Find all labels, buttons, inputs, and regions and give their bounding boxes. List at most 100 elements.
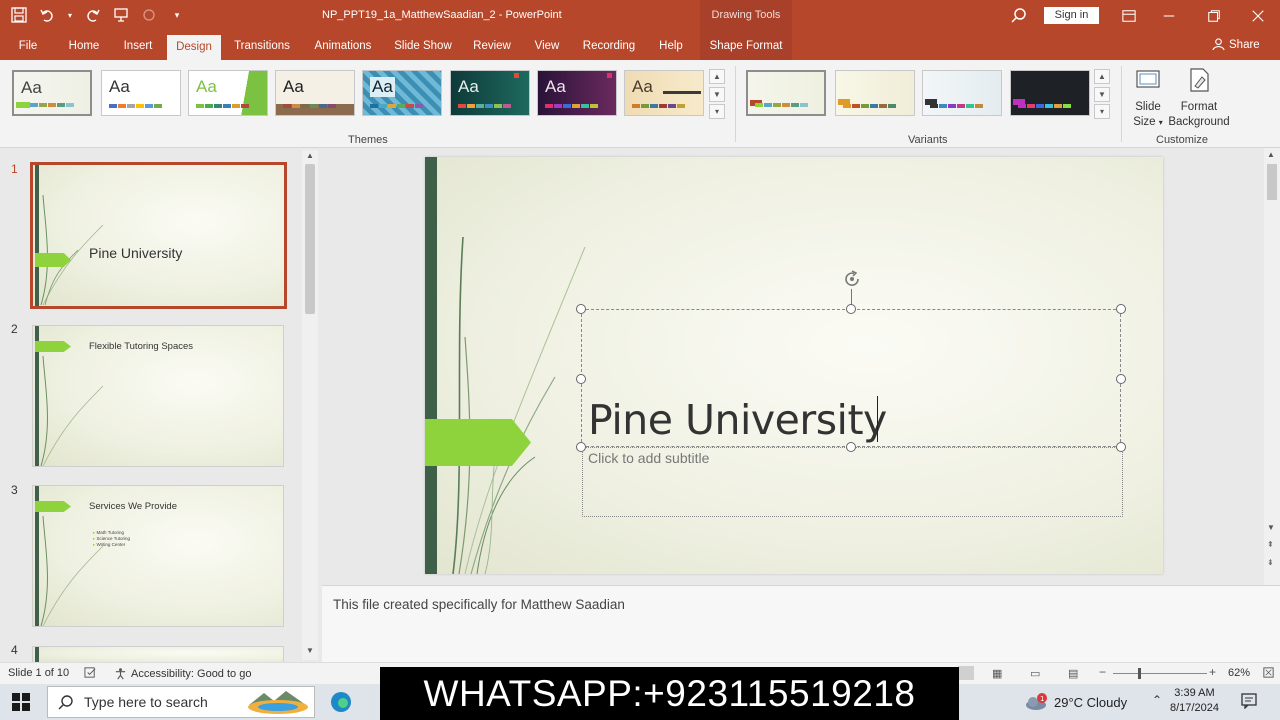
- spelling-icon[interactable]: [84, 666, 97, 682]
- tab-home[interactable]: Home: [62, 32, 106, 60]
- tab-design[interactable]: Design: [167, 35, 221, 60]
- scroll-up-icon[interactable]: ▲: [1267, 150, 1275, 159]
- slide-sorter-icon[interactable]: ▦: [992, 667, 1002, 680]
- notification-icon[interactable]: [1241, 693, 1257, 709]
- sign-in-button[interactable]: Sign in: [1044, 7, 1099, 24]
- tab-file[interactable]: File: [10, 32, 46, 60]
- zoom-slider-thumb[interactable]: [1138, 668, 1141, 679]
- gallery-up-icon[interactable]: ▲: [1094, 69, 1110, 84]
- variant-thumb-4[interactable]: [1010, 70, 1090, 116]
- scroll-down-icon[interactable]: ▼: [1267, 523, 1275, 532]
- tab-slide-show[interactable]: Slide Show: [390, 32, 456, 60]
- reading-view-icon[interactable]: ▭: [1030, 667, 1040, 680]
- theme-thumb-5[interactable]: Aa: [362, 70, 442, 116]
- search-highlight-icon[interactable]: [244, 687, 314, 717]
- variant-thumb-2[interactable]: [835, 70, 915, 116]
- tab-view[interactable]: View: [530, 32, 564, 60]
- canvas-scrollbar[interactable]: ▲ ▼ ⇞ ⇟: [1264, 148, 1280, 585]
- slide-thumbnail-3[interactable]: Services We Provide Math Tutoring Scienc…: [32, 485, 284, 627]
- scroll-down-icon[interactable]: ▼: [304, 646, 316, 658]
- scroll-up-icon[interactable]: ▲: [304, 151, 316, 163]
- tab-help[interactable]: Help: [654, 32, 688, 60]
- tab-shape-format[interactable]: Shape Format: [700, 32, 792, 60]
- resize-handle-nw[interactable]: [576, 304, 586, 314]
- resize-handle-ne[interactable]: [1116, 304, 1126, 314]
- tab-insert[interactable]: Insert: [118, 32, 158, 60]
- close-icon[interactable]: [1248, 6, 1268, 26]
- gallery-up-icon[interactable]: ▲: [709, 69, 725, 84]
- theme-sample-text: Aa: [283, 77, 304, 96]
- redo-icon[interactable]: [84, 6, 102, 24]
- chevron-down-icon[interactable]: ▾: [66, 6, 74, 24]
- slide-thumbnail-2[interactable]: Flexible Tutoring Spaces: [32, 325, 284, 467]
- fit-to-window-icon[interactable]: [1262, 666, 1275, 682]
- resize-handle-sw[interactable]: [576, 442, 586, 452]
- format-background-button[interactable]: Format Background: [1168, 66, 1230, 128]
- themes-group-label: Themes: [348, 134, 388, 146]
- thumbnail-scrollbar[interactable]: ▲ ▼: [302, 150, 318, 660]
- theme-thumb-4[interactable]: Aa: [275, 70, 355, 116]
- edge-browser-icon[interactable]: [328, 690, 354, 714]
- resize-handle-n[interactable]: [846, 304, 856, 314]
- slide-thumbnail-1[interactable]: Pine University: [30, 162, 287, 309]
- slide-size-button[interactable]: Slide Size ▾: [1130, 66, 1166, 128]
- tab-animations[interactable]: Animations: [308, 32, 378, 60]
- customize-qat-icon[interactable]: ▾: [168, 6, 186, 24]
- system-clock[interactable]: 3:39 AM 8/17/2024: [1170, 686, 1219, 716]
- notes-pane[interactable]: This file created specifically for Matth…: [322, 585, 1280, 662]
- undo-icon[interactable]: [38, 6, 56, 24]
- theme-thumb-6[interactable]: Aa: [450, 70, 530, 116]
- minimize-icon[interactable]: [1159, 6, 1179, 26]
- taskbar-search-placeholder: Type here to search: [84, 694, 208, 710]
- variant-thumb-3[interactable]: [922, 70, 1002, 116]
- theme-thumb-3[interactable]: Aa: [188, 70, 268, 116]
- next-slide-icon[interactable]: ⇟: [1267, 558, 1274, 567]
- slide-title[interactable]: Pine University: [588, 396, 887, 444]
- slide-accent-bar: [35, 647, 39, 662]
- gallery-more-icon[interactable]: ▾: [1094, 104, 1110, 119]
- share-button[interactable]: Share: [1212, 38, 1260, 51]
- theme-thumb-1[interactable]: Aa: [12, 70, 92, 116]
- zoom-out-icon[interactable]: −: [1099, 665, 1106, 679]
- theme-thumb-2[interactable]: Aa: [101, 70, 181, 116]
- sync-icon[interactable]: [140, 6, 158, 24]
- rotate-handle-icon[interactable]: [842, 269, 862, 289]
- normal-view-icon[interactable]: [958, 666, 974, 680]
- restore-icon[interactable]: [1204, 6, 1224, 26]
- variant-thumb-1[interactable]: [746, 70, 826, 116]
- zoom-slider[interactable]: [1113, 673, 1207, 674]
- tab-transitions[interactable]: Transitions: [230, 32, 294, 60]
- slide-thumbnail-4[interactable]: [32, 646, 284, 662]
- gallery-down-icon[interactable]: ▼: [709, 86, 725, 102]
- slide-thumbnail-title: Pine University: [89, 245, 183, 261]
- notes-text[interactable]: This file created specifically for Matth…: [333, 597, 625, 612]
- scrollbar-thumb[interactable]: [1267, 164, 1277, 200]
- bullet-item: Writing Center: [93, 542, 130, 548]
- present-icon[interactable]: [112, 6, 130, 24]
- chevron-up-icon[interactable]: ⌃: [1152, 693, 1162, 707]
- theme-thumb-7[interactable]: Aa: [537, 70, 617, 116]
- windows-start-icon[interactable]: [12, 693, 30, 711]
- save-icon[interactable]: [10, 6, 28, 24]
- ribbon-display-icon[interactable]: [1119, 6, 1139, 26]
- tab-review[interactable]: Review: [470, 32, 514, 60]
- resize-handle-s[interactable]: [846, 442, 856, 452]
- gallery-down-icon[interactable]: ▼: [1094, 86, 1110, 102]
- zoom-in-icon[interactable]: +: [1209, 665, 1216, 679]
- gallery-more-icon[interactable]: ▾: [709, 104, 725, 119]
- resize-handle-w[interactable]: [576, 374, 586, 384]
- previous-slide-icon[interactable]: ⇞: [1267, 540, 1274, 549]
- scrollbar-thumb[interactable]: [305, 164, 315, 314]
- slideshow-view-icon[interactable]: ▤: [1068, 667, 1078, 680]
- tab-recording[interactable]: Recording: [578, 32, 640, 60]
- resize-handle-se[interactable]: [1116, 442, 1126, 452]
- weather-widget[interactable]: 1 29°C Cloudy: [1024, 693, 1127, 711]
- resize-handle-e[interactable]: [1116, 374, 1126, 384]
- person-icon: [1212, 38, 1225, 51]
- zoom-level[interactable]: 62%: [1228, 667, 1250, 679]
- search-icon[interactable]: [1010, 7, 1028, 25]
- accessibility-status[interactable]: Accessibility: Good to go: [114, 667, 251, 680]
- theme-thumb-8[interactable]: Aa: [624, 70, 704, 116]
- subtitle-placeholder[interactable]: Click to add subtitle: [588, 450, 709, 466]
- slide-thumbnail-title: Flexible Tutoring Spaces: [89, 341, 194, 352]
